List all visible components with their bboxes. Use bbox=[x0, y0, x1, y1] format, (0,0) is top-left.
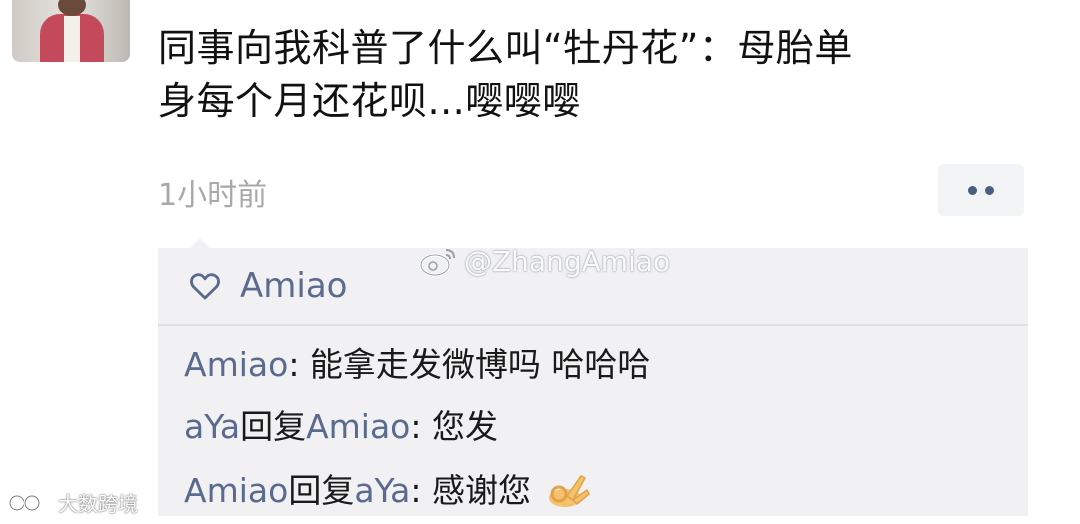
reply-word: 回复 bbox=[288, 471, 355, 510]
heart-icon bbox=[190, 273, 220, 300]
logo-mark-icon bbox=[8, 494, 50, 511]
weibo-icon bbox=[419, 249, 455, 277]
reply-target[interactable]: Amiao bbox=[306, 407, 410, 446]
avatar[interactable] bbox=[12, 0, 130, 62]
comment-author[interactable]: Amiao bbox=[184, 345, 288, 384]
comment-item[interactable]: Amiao: 能拿走发微博吗 哈哈哈 bbox=[184, 338, 650, 386]
comment-item[interactable]: Amiao回复aYa: 感谢您 bbox=[184, 464, 591, 512]
likes-names[interactable]: Amiao bbox=[240, 266, 347, 306]
reply-word: 回复 bbox=[240, 407, 307, 446]
post-text: 同事向我科普了什么叫“牡丹花”：母胎单 身每个月还花呗...嘤嘤嘤 bbox=[158, 22, 1038, 128]
more-button[interactable] bbox=[938, 164, 1024, 216]
comment-item[interactable]: aYa回复Amiao: 您发 bbox=[184, 400, 498, 448]
comment-text: : 您发 bbox=[410, 407, 498, 446]
site-logo: 大数跨境 bbox=[8, 488, 138, 517]
weibo-watermark: @ZhangAmiao bbox=[418, 244, 670, 278]
comment-author[interactable]: Amiao bbox=[184, 471, 288, 510]
comment-author[interactable]: aYa bbox=[184, 407, 240, 446]
comment-text: : 感谢您 bbox=[410, 471, 531, 510]
ok-hand-emoji-icon bbox=[549, 475, 591, 507]
post-timestamp: 1小时前 bbox=[158, 178, 268, 213]
more-dots-icon bbox=[985, 185, 994, 195]
post-text-line: 身每个月还花呗...嘤嘤嘤 bbox=[158, 79, 581, 123]
post-text-line: 同事向我科普了什么叫“牡丹花”：母胎单 bbox=[158, 26, 853, 70]
reply-target[interactable]: aYa bbox=[354, 471, 410, 510]
watermark-text: @ZhangAmiao bbox=[464, 244, 671, 278]
comment-section: Amiao Amiao: 能拿走发微博吗 哈哈哈 aYa回复Amiao: 您发 … bbox=[158, 238, 1028, 516]
comment-text: : 能拿走发微博吗 哈哈哈 bbox=[288, 345, 651, 384]
site-logo-text: 大数跨境 bbox=[58, 492, 138, 516]
more-dots-icon bbox=[968, 185, 977, 195]
